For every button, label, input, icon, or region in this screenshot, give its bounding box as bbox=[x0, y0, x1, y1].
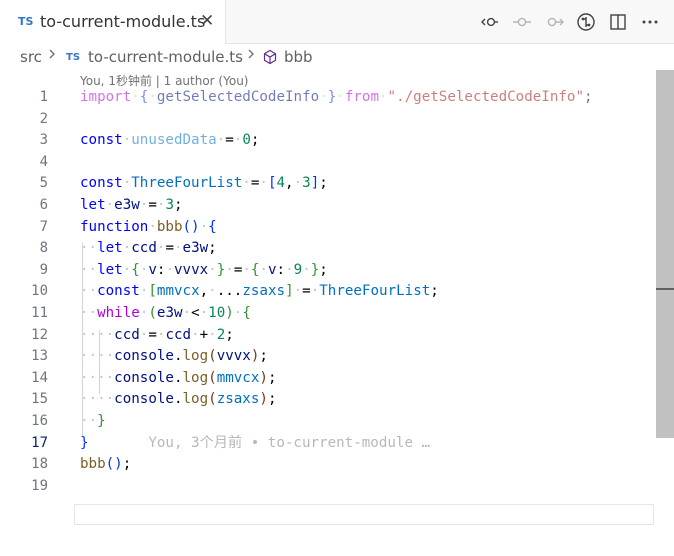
code-line: 6 let·e3w·=·3; bbox=[0, 195, 674, 217]
code-text: ··} bbox=[80, 413, 106, 429]
typescript-file-icon: TS bbox=[66, 52, 81, 63]
vertical-scrollbar[interactable] bbox=[656, 70, 674, 556]
line-number: 14 bbox=[31, 369, 48, 386]
line-number: 15 bbox=[31, 391, 48, 408]
breadcrumb: src TS to-current-module.ts bbb bbox=[0, 44, 674, 70]
editor-tab-bar: TS to-current-module.ts ✕ bbox=[0, 0, 674, 44]
code-line: 13 ····console.log(vvvx); bbox=[0, 346, 674, 368]
function-symbol-icon bbox=[262, 49, 278, 69]
code-text: let·e3w·=·3; bbox=[80, 197, 183, 213]
line-number: 4 bbox=[39, 153, 48, 170]
code-line: 4 bbox=[0, 152, 674, 174]
line-number: 17 bbox=[31, 434, 48, 451]
more-actions-icon[interactable] bbox=[638, 10, 662, 34]
line-number: 6 bbox=[39, 197, 48, 213]
line-number: 5 bbox=[39, 175, 48, 192]
breadcrumb-file[interactable]: to-current-module.ts bbox=[88, 48, 243, 66]
timeline-next-icon[interactable] bbox=[542, 10, 566, 34]
git-blame-inline: You, 3个月前 • to-current-module … bbox=[148, 434, 431, 451]
line-number: 7 bbox=[39, 218, 48, 235]
code-line: 15 ····console.log(zsaxs); bbox=[0, 389, 674, 411]
code-text: ··while·(e3w·<·10)·{ bbox=[80, 305, 251, 321]
split-editor-icon[interactable] bbox=[606, 10, 630, 34]
code-line: 16 ··} bbox=[0, 411, 674, 433]
line-number: 3 bbox=[39, 132, 48, 149]
code-text: ··const·[mmvcx,·...zsaxs]·=·ThreeFourLis… bbox=[80, 283, 439, 300]
code-line: 3 const·unusedData·=·0; bbox=[0, 130, 674, 152]
line-number: 8 bbox=[39, 240, 48, 257]
breadcrumb-folder[interactable]: src bbox=[20, 48, 42, 66]
git-compare-icon[interactable] bbox=[574, 10, 598, 34]
code-text: ··let·{·v:·vvvx·}·=·{·v:·9·}; bbox=[80, 261, 328, 278]
code-line: 2 bbox=[0, 109, 674, 131]
tab-to-current-module[interactable]: TS to-current-module.ts ✕ bbox=[0, 0, 226, 44]
code-line: 10 ··const·[mmvcx,·...zsaxs]·=·ThreeFour… bbox=[0, 281, 674, 303]
code-line-current: 17 } You, 3个月前 • to-current-module … bbox=[0, 433, 674, 455]
line-number: 12 bbox=[31, 326, 48, 343]
line-number: 10 bbox=[31, 283, 48, 300]
chevron-right-icon bbox=[247, 47, 255, 65]
code-line: 11 ··while·(e3w·<·10)·{ bbox=[0, 303, 674, 325]
code-line: 1 import·{·getSelectedCodeInfo·}·from·".… bbox=[0, 87, 674, 109]
code-line: 19 bbox=[0, 476, 674, 498]
code-text: ····ccd·=·ccd·+·2; bbox=[80, 326, 234, 343]
typescript-file-icon: TS bbox=[18, 15, 34, 28]
close-icon[interactable]: ✕ bbox=[200, 11, 214, 31]
line-number: 1 bbox=[39, 89, 48, 105]
line-number: 11 bbox=[31, 305, 48, 321]
line-number: 16 bbox=[31, 413, 48, 429]
code-text: bbb(); bbox=[80, 456, 132, 473]
breadcrumb-symbol[interactable]: bbb bbox=[284, 48, 313, 66]
code-text: const·ThreeFourList·=·[4,·3]; bbox=[80, 175, 328, 192]
timeline-prev-icon[interactable] bbox=[510, 10, 534, 34]
code-line: 18 bbb(); bbox=[0, 454, 674, 476]
chevron-right-icon bbox=[48, 47, 56, 65]
code-line: 5 const·ThreeFourList·=·[4,·3]; bbox=[0, 173, 674, 195]
code-editor[interactable]: You, 1秒钟前 | 1 author (You) 1 import·{·ge… bbox=[0, 70, 674, 556]
code-text: ····console.log(mmvcx); bbox=[80, 369, 277, 386]
code-line: 12 ····ccd·=·ccd·+·2; bbox=[0, 325, 674, 347]
code-line: 7 function·bbb()·{ bbox=[0, 217, 674, 239]
code-text: ··let·ccd·=·e3w; bbox=[80, 240, 217, 257]
tab-title: to-current-module.ts bbox=[40, 12, 206, 31]
line-number: 18 bbox=[31, 456, 48, 473]
code-text: import·{·getSelectedCodeInfo·}·from·"./g… bbox=[80, 89, 593, 105]
code-line: 9 ··let·{·v:·vvvx·}·=·{·v:·9·}; bbox=[0, 260, 674, 282]
code-line: 8 ··let·ccd·=·e3w; bbox=[0, 238, 674, 260]
line-number: 9 bbox=[39, 261, 48, 278]
scrollbar-cursor-marker bbox=[656, 288, 674, 290]
line-number: 19 bbox=[31, 477, 48, 494]
code-text: ····console.log(vvvx); bbox=[80, 348, 268, 365]
go-back-icon[interactable] bbox=[478, 10, 502, 34]
code-line: 14 ····console.log(mmvcx); bbox=[0, 368, 674, 390]
code-text: } You, 3个月前 • to-current-module … bbox=[80, 434, 431, 451]
scrollbar-thumb[interactable] bbox=[656, 70, 674, 438]
code-text: ····console.log(zsaxs); bbox=[80, 391, 277, 408]
code-text: const·unusedData·=·0; bbox=[80, 132, 260, 149]
current-line-highlight bbox=[74, 504, 654, 525]
line-number: 2 bbox=[39, 110, 48, 127]
code-text: function·bbb()·{ bbox=[80, 218, 217, 235]
line-number: 13 bbox=[31, 348, 48, 365]
